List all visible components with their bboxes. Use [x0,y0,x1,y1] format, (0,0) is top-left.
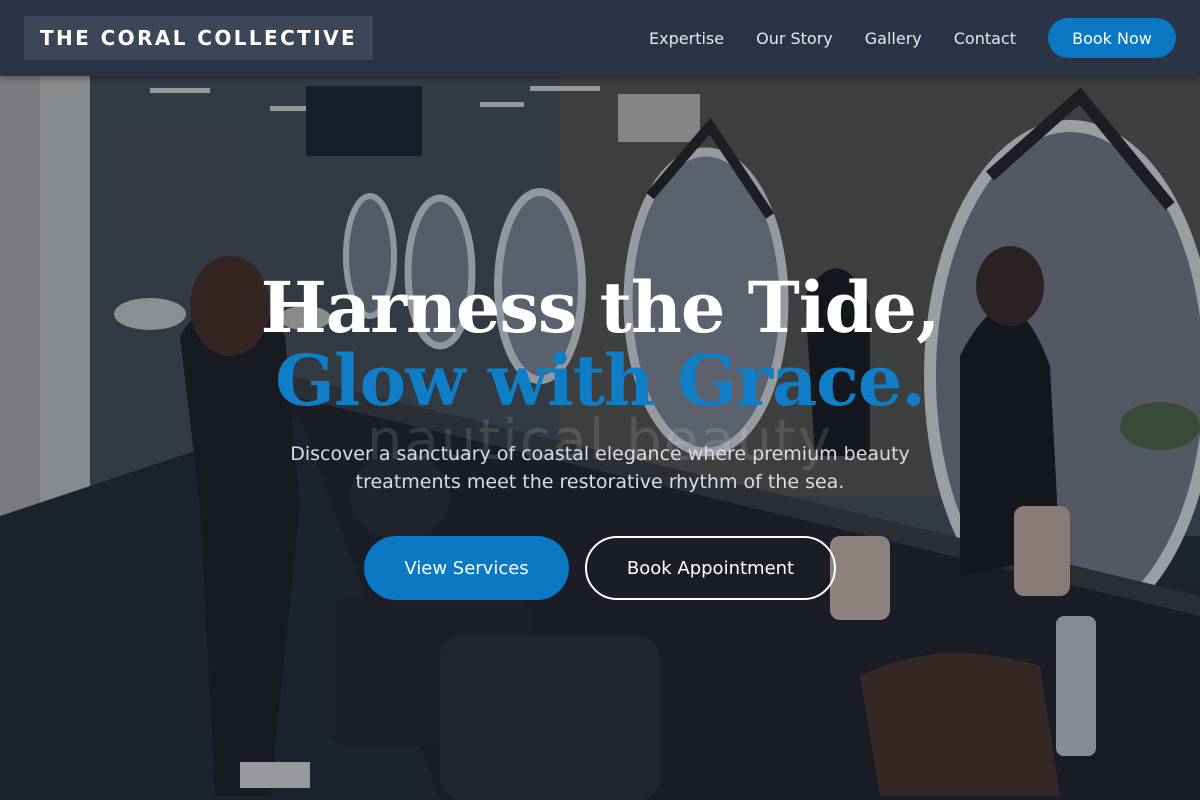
hero-content: nautical beauty Harness the Tide, Glow w… [0,76,1200,800]
hero-headline-line1: Harness the Tide, [260,266,941,349]
nav-link-gallery[interactable]: Gallery [865,29,922,48]
brand-name[interactable]: THE CORAL COLLECTIVE [40,26,357,50]
hero-headline-line2: Glow with Grace. [275,339,926,422]
book-now-button[interactable]: Book Now [1048,18,1176,58]
nav-link-contact[interactable]: Contact [954,29,1016,48]
main-nav: Expertise Our Story Gallery Contact Book… [617,18,1176,58]
brand-logo[interactable]: THE CORAL COLLECTIVE [24,16,374,60]
hero-section: nautical beauty Harness the Tide, Glow w… [0,76,1200,800]
nav-link-our-story[interactable]: Our Story [756,29,833,48]
nav-link-expertise[interactable]: Expertise [649,29,724,48]
hero-subtext: Discover a sanctuary of coastal elegance… [290,443,910,493]
site-header: THE CORAL COLLECTIVE Expertise Our Story… [0,0,1200,76]
view-services-button[interactable]: View Services [364,536,569,600]
book-appointment-button[interactable]: Book Appointment [585,536,836,600]
